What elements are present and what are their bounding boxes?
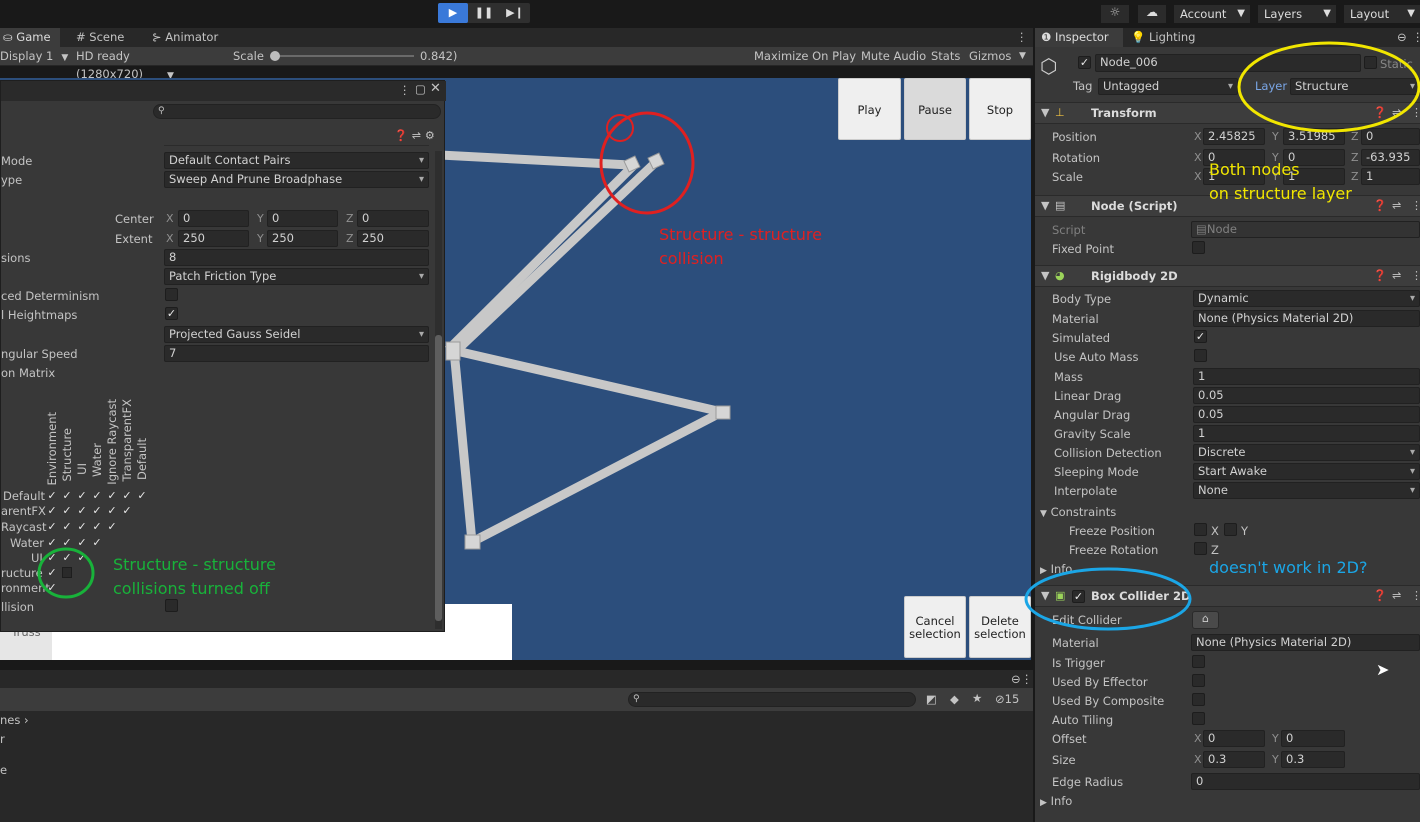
red-small-circle-annotation (606, 114, 634, 142)
green-circle-annotation (37, 547, 95, 599)
yellow-annotation-line: on structure layer (1209, 184, 1352, 203)
blue-circle-annotation (1024, 567, 1192, 631)
green-annotation-line: Structure - structure (113, 555, 276, 574)
annotation-shapes (37, 41, 1420, 631)
green-annotation-text: Structure - structure collisions turned o… (113, 553, 276, 601)
yellow-annotation-line: Both nodes (1209, 160, 1300, 179)
green-annotation-line: collisions turned off (113, 579, 270, 598)
red-annotation-text: Structure - structure collision (659, 223, 822, 271)
red-annotation-line: collision (659, 249, 724, 268)
red-circle-annotation (599, 111, 695, 215)
yellow-circle-annotation (1237, 41, 1420, 133)
yellow-annotation-text: Both nodes on structure layer (1209, 158, 1352, 206)
blue-annotation-text: doesn't work in 2D? (1209, 558, 1368, 577)
red-annotation-line: Structure - structure (659, 225, 822, 244)
